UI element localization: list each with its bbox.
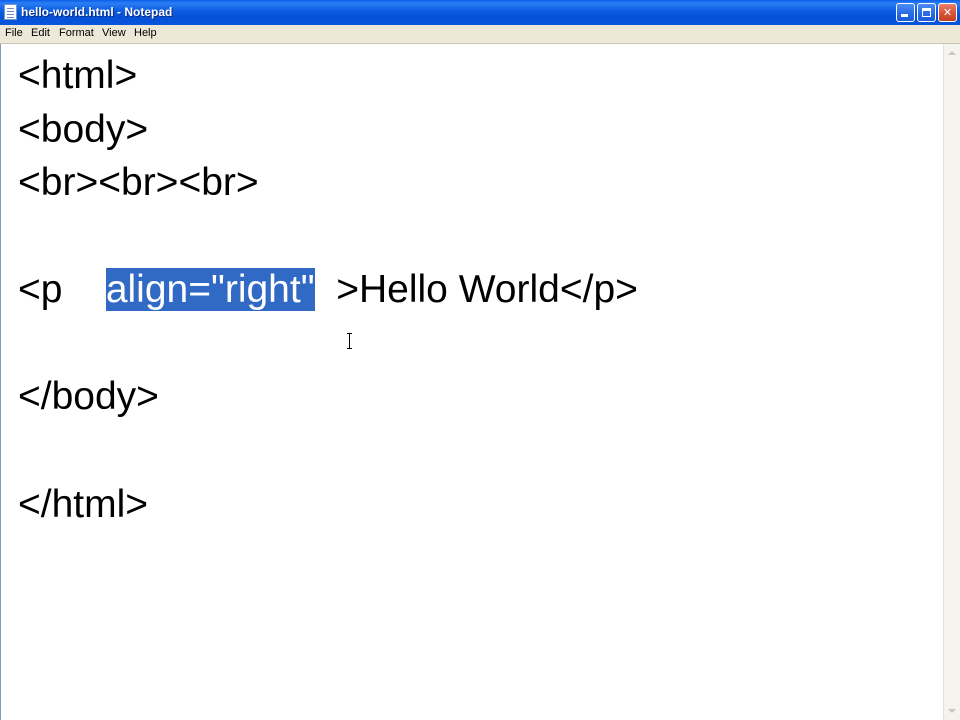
menu-edit[interactable]: Edit — [30, 27, 51, 39]
code-line-7: </body> — [18, 375, 159, 418]
code-after-selection: >Hello World</p> — [314, 268, 638, 311]
close-button[interactable]: ✕ — [938, 3, 957, 22]
code-line-2: <body> — [18, 108, 149, 151]
window-title: hello-world.html - Notepad — [21, 5, 173, 19]
ibeam-cursor-icon — [347, 333, 352, 349]
minimize-button[interactable] — [896, 3, 915, 22]
text-editor-area[interactable]: <html> <body> <br><br><br> <p align="rig… — [0, 44, 943, 720]
menu-view[interactable]: View — [101, 27, 127, 39]
scroll-up-icon[interactable] — [944, 44, 960, 61]
menu-format[interactable]: Format — [58, 27, 95, 39]
code-line-3: <br><br><br> — [18, 161, 259, 204]
menu-help[interactable]: Help — [133, 27, 158, 39]
title-bar[interactable]: hello-world.html - Notepad ✕ — [0, 0, 960, 25]
code-before-selection: <p — [18, 268, 106, 311]
code-line-1: <html> — [18, 54, 138, 97]
maximize-icon — [922, 8, 931, 17]
vertical-scrollbar[interactable] — [943, 44, 960, 720]
minimize-icon — [901, 14, 908, 17]
notepad-window: hello-world.html - Notepad ✕ File Edit F… — [0, 0, 960, 720]
selected-text[interactable]: align="right" — [105, 268, 315, 311]
notepad-app-icon[interactable] — [4, 4, 17, 20]
close-icon: ✕ — [942, 6, 953, 19]
menu-file[interactable]: File — [4, 27, 24, 39]
scroll-down-icon[interactable] — [944, 703, 960, 720]
menu-bar: File Edit Format View Help — [0, 25, 960, 44]
maximize-button[interactable] — [917, 3, 936, 22]
code-line-5: <p align="right" >Hello World</p> — [18, 268, 638, 312]
code-line-9: </html> — [18, 483, 149, 526]
